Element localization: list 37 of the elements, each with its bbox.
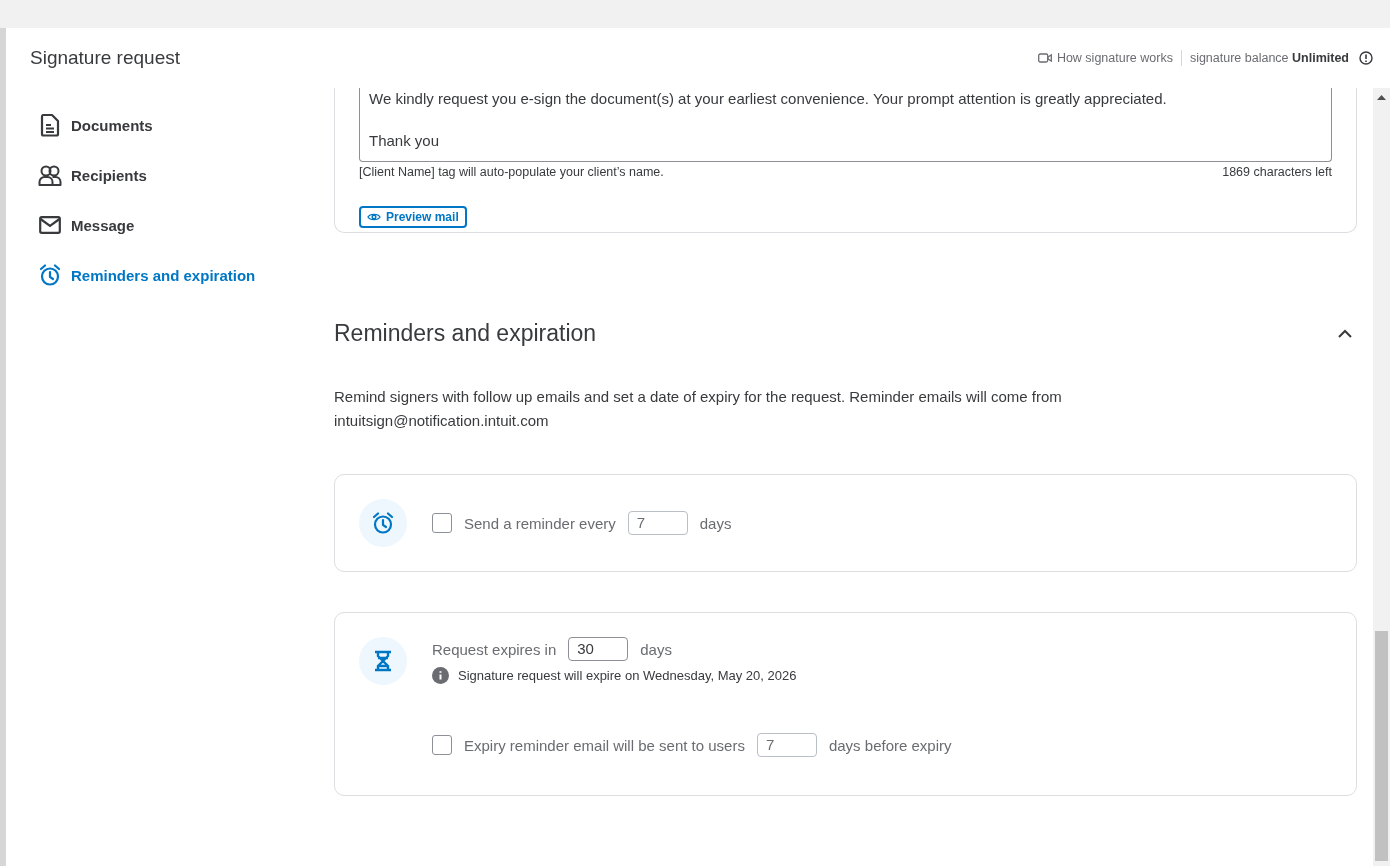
preview-mail-button[interactable]: Preview mail xyxy=(359,206,467,228)
document-icon xyxy=(39,113,61,137)
hourglass-icon xyxy=(374,650,392,672)
info-icon[interactable] xyxy=(1359,51,1373,65)
character-counter: 1869 characters left xyxy=(1222,165,1332,179)
checkbox[interactable] xyxy=(432,513,452,533)
message-field[interactable]: We kindly request you e-sign the document(s) at your earliest convenience. Your prompt attention is greatly appreciated. Thank you xyxy=(359,88,1332,162)
how-it-works-link[interactable]: How signature works xyxy=(1037,51,1173,65)
number-field[interactable]: 7 xyxy=(627,511,688,535)
option-label: Expiry reminder email will be sent to users xyxy=(464,736,745,754)
number-field[interactable]: 30 xyxy=(568,637,629,661)
expiry-note: Signature request will expire on Wednesday, May 20, 2026 xyxy=(458,668,797,683)
unit-label: days xyxy=(640,640,672,658)
unit-label: days before expiry xyxy=(828,736,952,754)
info-icon xyxy=(432,667,449,684)
chevron-up-icon[interactable] xyxy=(1338,329,1352,338)
sidebar-item[interactable]: Recipients xyxy=(6,150,328,200)
alarm-clock-icon xyxy=(39,264,61,286)
window-title: Signature request xyxy=(30,47,181,69)
section-description: Remind signers with follow up emails and set a date of expiry for the request. Reminder emails will come from intuitsign@notification.intuit.com xyxy=(334,387,1063,431)
people-icon xyxy=(38,164,62,186)
unit-label: days xyxy=(699,514,732,532)
video-camera-icon xyxy=(1037,53,1052,63)
signature-balance: signature balance Unlimited xyxy=(1189,51,1349,65)
checkbox[interactable] xyxy=(432,735,452,755)
scrollbar-thumb[interactable] xyxy=(1375,631,1388,861)
hint-text: [Client Name] tag will auto-populate your client’s name. xyxy=(359,165,664,179)
number-field[interactable]: 7 xyxy=(756,733,817,757)
option-label: Request expires in xyxy=(432,640,557,658)
sidebar-item[interactable]: Documents xyxy=(6,100,328,150)
option-label: Send a reminder every xyxy=(464,514,616,532)
envelope-icon xyxy=(39,216,61,234)
sidebar-item[interactable]: Reminders and expiration xyxy=(6,250,328,300)
eye-icon xyxy=(367,212,381,222)
alarm-clock-icon xyxy=(372,512,394,534)
sidebar-item[interactable]: Message xyxy=(6,200,328,250)
section-title: Reminders and expiration xyxy=(334,320,597,347)
